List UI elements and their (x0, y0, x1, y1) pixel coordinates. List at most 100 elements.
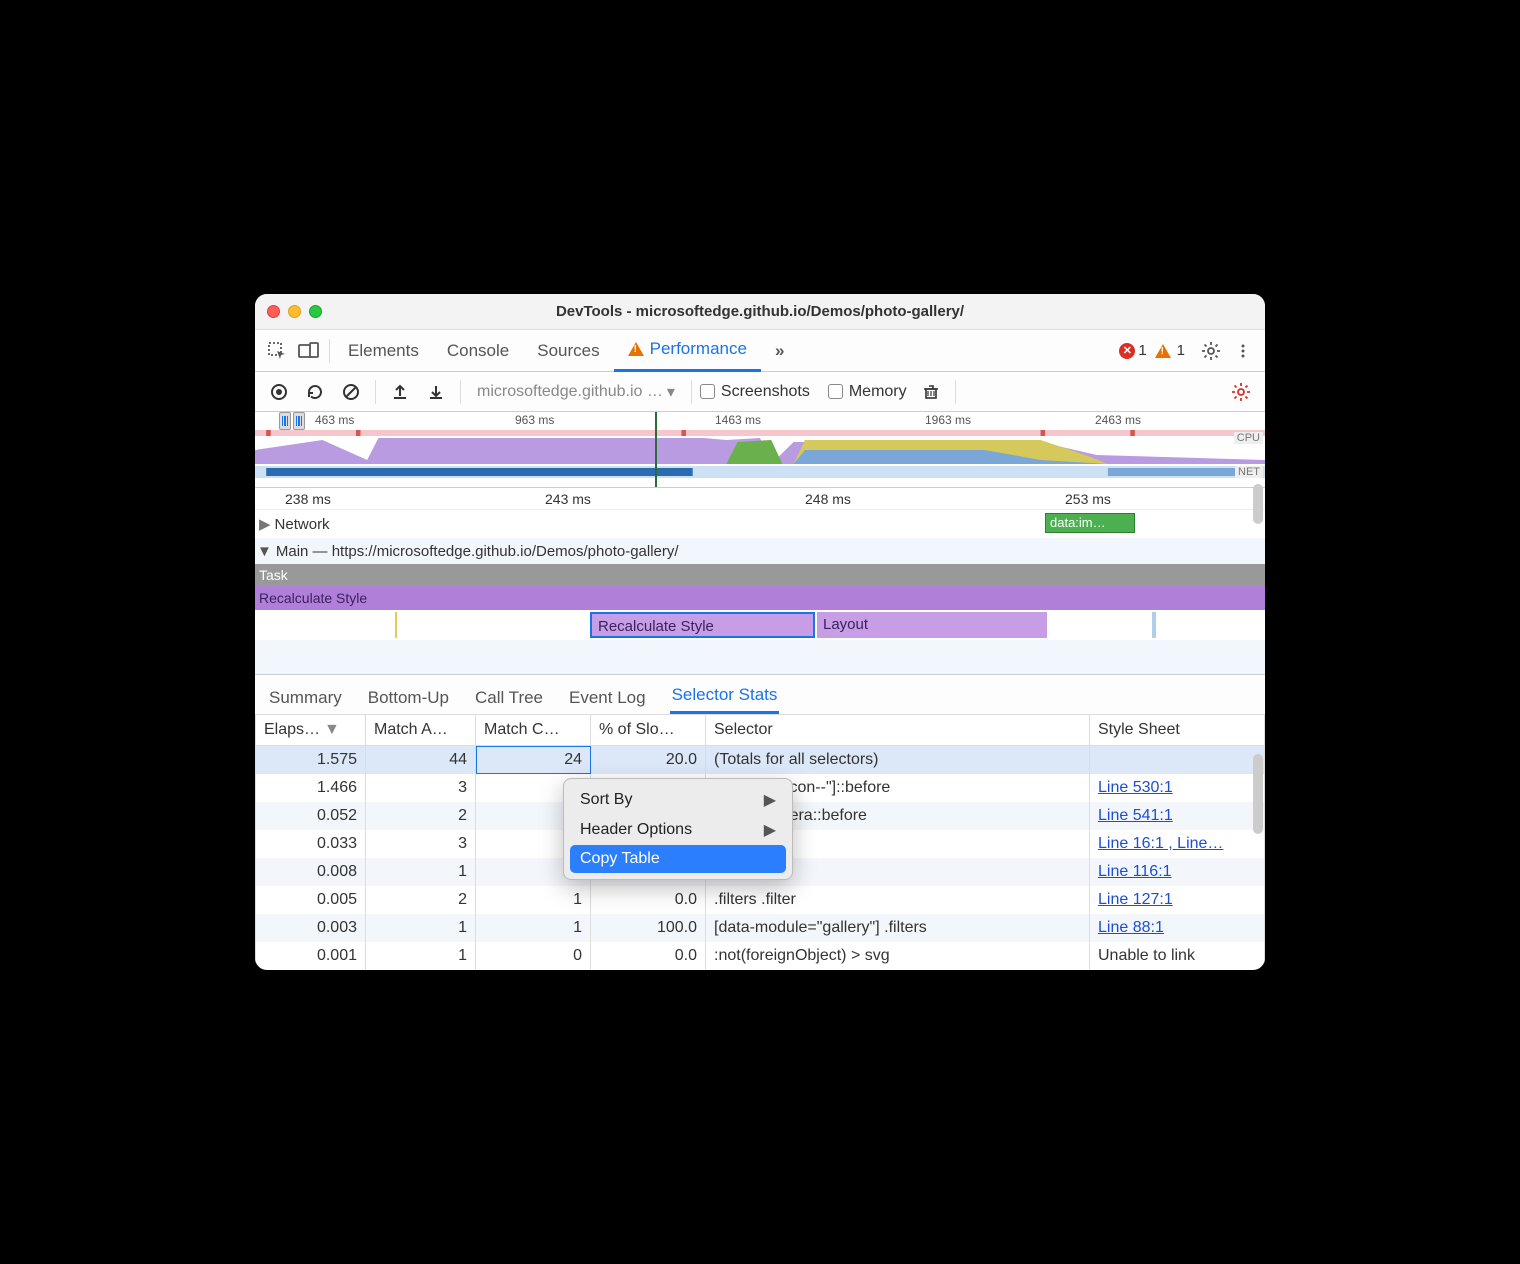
expand-icon[interactable]: ▶ (259, 515, 271, 533)
checkbox-icon (700, 384, 715, 399)
garbage-collect-icon[interactable] (915, 376, 947, 408)
tab-elements[interactable]: Elements (334, 330, 433, 372)
error-icon: ✕ (1119, 343, 1135, 359)
ctx-header-options[interactable]: Header Options ▶ (564, 815, 792, 845)
upload-icon[interactable] (384, 376, 416, 408)
tab-bottom-up[interactable]: Bottom-Up (366, 680, 451, 714)
settings-icon[interactable] (1195, 335, 1227, 367)
tab-console[interactable]: Console (433, 330, 523, 372)
scrollbar[interactable] (1253, 754, 1263, 834)
table-row[interactable]: 0.001100.0:not(foreignObject) > svgUnabl… (256, 942, 1265, 970)
col-elapsed[interactable]: Elaps…▼ (256, 715, 366, 746)
download-icon[interactable] (420, 376, 452, 408)
stylesheet-link[interactable]: Line 88:1 (1098, 919, 1164, 936)
stylesheet-link[interactable]: Line 127:1 (1098, 891, 1173, 908)
tab-sources[interactable]: Sources (523, 330, 613, 372)
detail-tick: 253 ms (1065, 491, 1111, 507)
cell-match-attempts: 3 (366, 774, 476, 802)
overview-handle-left[interactable] (279, 412, 291, 430)
col-selector[interactable]: Selector (706, 715, 1090, 746)
submenu-arrow-icon: ▶ (764, 820, 776, 840)
flame-chart[interactable]: Task Recalculate Style Recalculate Style… (255, 564, 1265, 674)
layout-bar[interactable]: Layout (817, 612, 1047, 638)
reload-icon[interactable] (299, 376, 331, 408)
clear-icon[interactable] (335, 376, 367, 408)
detail-tick: 243 ms (545, 491, 591, 507)
cell-stylesheet: Line 541:1 (1090, 802, 1265, 830)
warning-icon (1155, 344, 1171, 358)
target-dropdown[interactable]: microsoftedge.github.io … ▾ (469, 382, 683, 402)
collapse-icon[interactable]: ▼ (257, 543, 272, 560)
stylesheet-link[interactable]: Line 16:1 , Line… (1098, 835, 1223, 852)
table-row[interactable]: 0.00311100.0[data-module="gallery"] .fil… (256, 914, 1265, 942)
cell-stylesheet: Line 530:1 (1090, 774, 1265, 802)
tab-performance[interactable]: Performance (614, 330, 761, 372)
more-menu-icon[interactable] (1227, 335, 1259, 367)
cell-pct-slow: 100.0 (591, 914, 706, 942)
cell-match-count: 0 (476, 942, 591, 970)
cell-pct-slow: 0.0 (591, 942, 706, 970)
overview-tick: 1463 ms (715, 413, 761, 427)
table-row[interactable]: 1.575442420.0(Totals for all selectors) (256, 746, 1265, 775)
detail-ruler[interactable]: 238 ms 243 ms 248 ms 253 ms (255, 488, 1265, 510)
detail-tick: 248 ms (805, 491, 851, 507)
cell-selector: [data-module="gallery"] .filters (706, 914, 1090, 942)
warnings-badge[interactable]: 1 (1155, 342, 1185, 359)
network-track[interactable]: ▶ Network data:im… (255, 510, 1265, 538)
ctx-header-options-label: Header Options (580, 821, 692, 839)
performance-toolbar: microsoftedge.github.io … ▾ Screenshots … (255, 372, 1265, 412)
main-track[interactable]: ▼ Main — https://microsoftedge.github.io… (255, 538, 1265, 564)
cell-selector: (Totals for all selectors) (706, 746, 1090, 775)
tab-selector-stats[interactable]: Selector Stats (670, 677, 780, 714)
record-icon[interactable] (263, 376, 295, 408)
stylesheet-link[interactable]: Line 530:1 (1098, 779, 1173, 796)
cell-elapsed: 0.005 (256, 886, 366, 914)
window-controls (267, 305, 322, 318)
tabs-overflow[interactable]: » (761, 330, 798, 372)
cell-pct-slow: 0.0 (591, 886, 706, 914)
cell-match-attempts: 2 (366, 886, 476, 914)
cell-selector: .filters .filter (706, 886, 1090, 914)
tab-summary[interactable]: Summary (267, 680, 344, 714)
tab-call-tree[interactable]: Call Tree (473, 680, 545, 714)
scrollbar[interactable] (1253, 484, 1263, 524)
overview-handle-right[interactable] (293, 412, 305, 430)
memory-checkbox[interactable]: Memory (828, 383, 907, 401)
stylesheet-link[interactable]: Line 116:1 (1098, 863, 1172, 880)
capture-settings-icon[interactable] (1225, 376, 1257, 408)
inspect-element-icon[interactable] (261, 335, 293, 367)
cell-elapsed: 0.008 (256, 858, 366, 886)
cell-stylesheet: Line 127:1 (1090, 886, 1265, 914)
net-graph (255, 464, 1265, 480)
col-stylesheet[interactable]: Style Sheet (1090, 715, 1265, 746)
col-match-attempts[interactable]: Match A… (366, 715, 476, 746)
cell-elapsed: 0.052 (256, 802, 366, 830)
screenshots-label: Screenshots (721, 383, 810, 401)
recalc-style-bar-2[interactable]: Recalculate Style (590, 612, 815, 638)
maximize-window-button[interactable] (309, 305, 322, 318)
stylesheet-link[interactable]: Line 541:1 (1098, 807, 1173, 824)
minimize-window-button[interactable] (288, 305, 301, 318)
cell-match-attempts: 3 (366, 830, 476, 858)
cpu-graph (255, 430, 1265, 464)
errors-badge[interactable]: ✕ 1 (1119, 342, 1146, 359)
col-pct-slow[interactable]: % of Slo… (591, 715, 706, 746)
devtools-window: DevTools - microsoftedge.github.io/Demos… (255, 294, 1265, 970)
col-match-count[interactable]: Match C… (476, 715, 591, 746)
screenshots-checkbox[interactable]: Screenshots (700, 383, 810, 401)
overview-tick: 1963 ms (925, 413, 971, 427)
ctx-sort-by[interactable]: Sort By ▶ (564, 785, 792, 815)
recalc-style-bar-1[interactable]: Recalculate Style (255, 586, 1265, 610)
cell-match-attempts: 44 (366, 746, 476, 775)
task-bar[interactable]: Task (255, 564, 1265, 586)
table-header-row: Elaps…▼ Match A… Match C… % of Slo… Sele… (256, 715, 1265, 746)
close-window-button[interactable] (267, 305, 280, 318)
tab-event-log[interactable]: Event Log (567, 680, 648, 714)
ctx-copy-table[interactable]: Copy Table (570, 845, 786, 873)
device-toolbar-icon[interactable] (293, 335, 325, 367)
checkbox-icon (828, 384, 843, 399)
network-item[interactable]: data:im… (1045, 513, 1135, 533)
flame-sliver (395, 612, 397, 638)
table-row[interactable]: 0.005210.0.filters .filterLine 127:1 (256, 886, 1265, 914)
timeline-overview[interactable]: 463 ms 963 ms 1463 ms 1963 ms 2463 ms CP… (255, 412, 1265, 488)
